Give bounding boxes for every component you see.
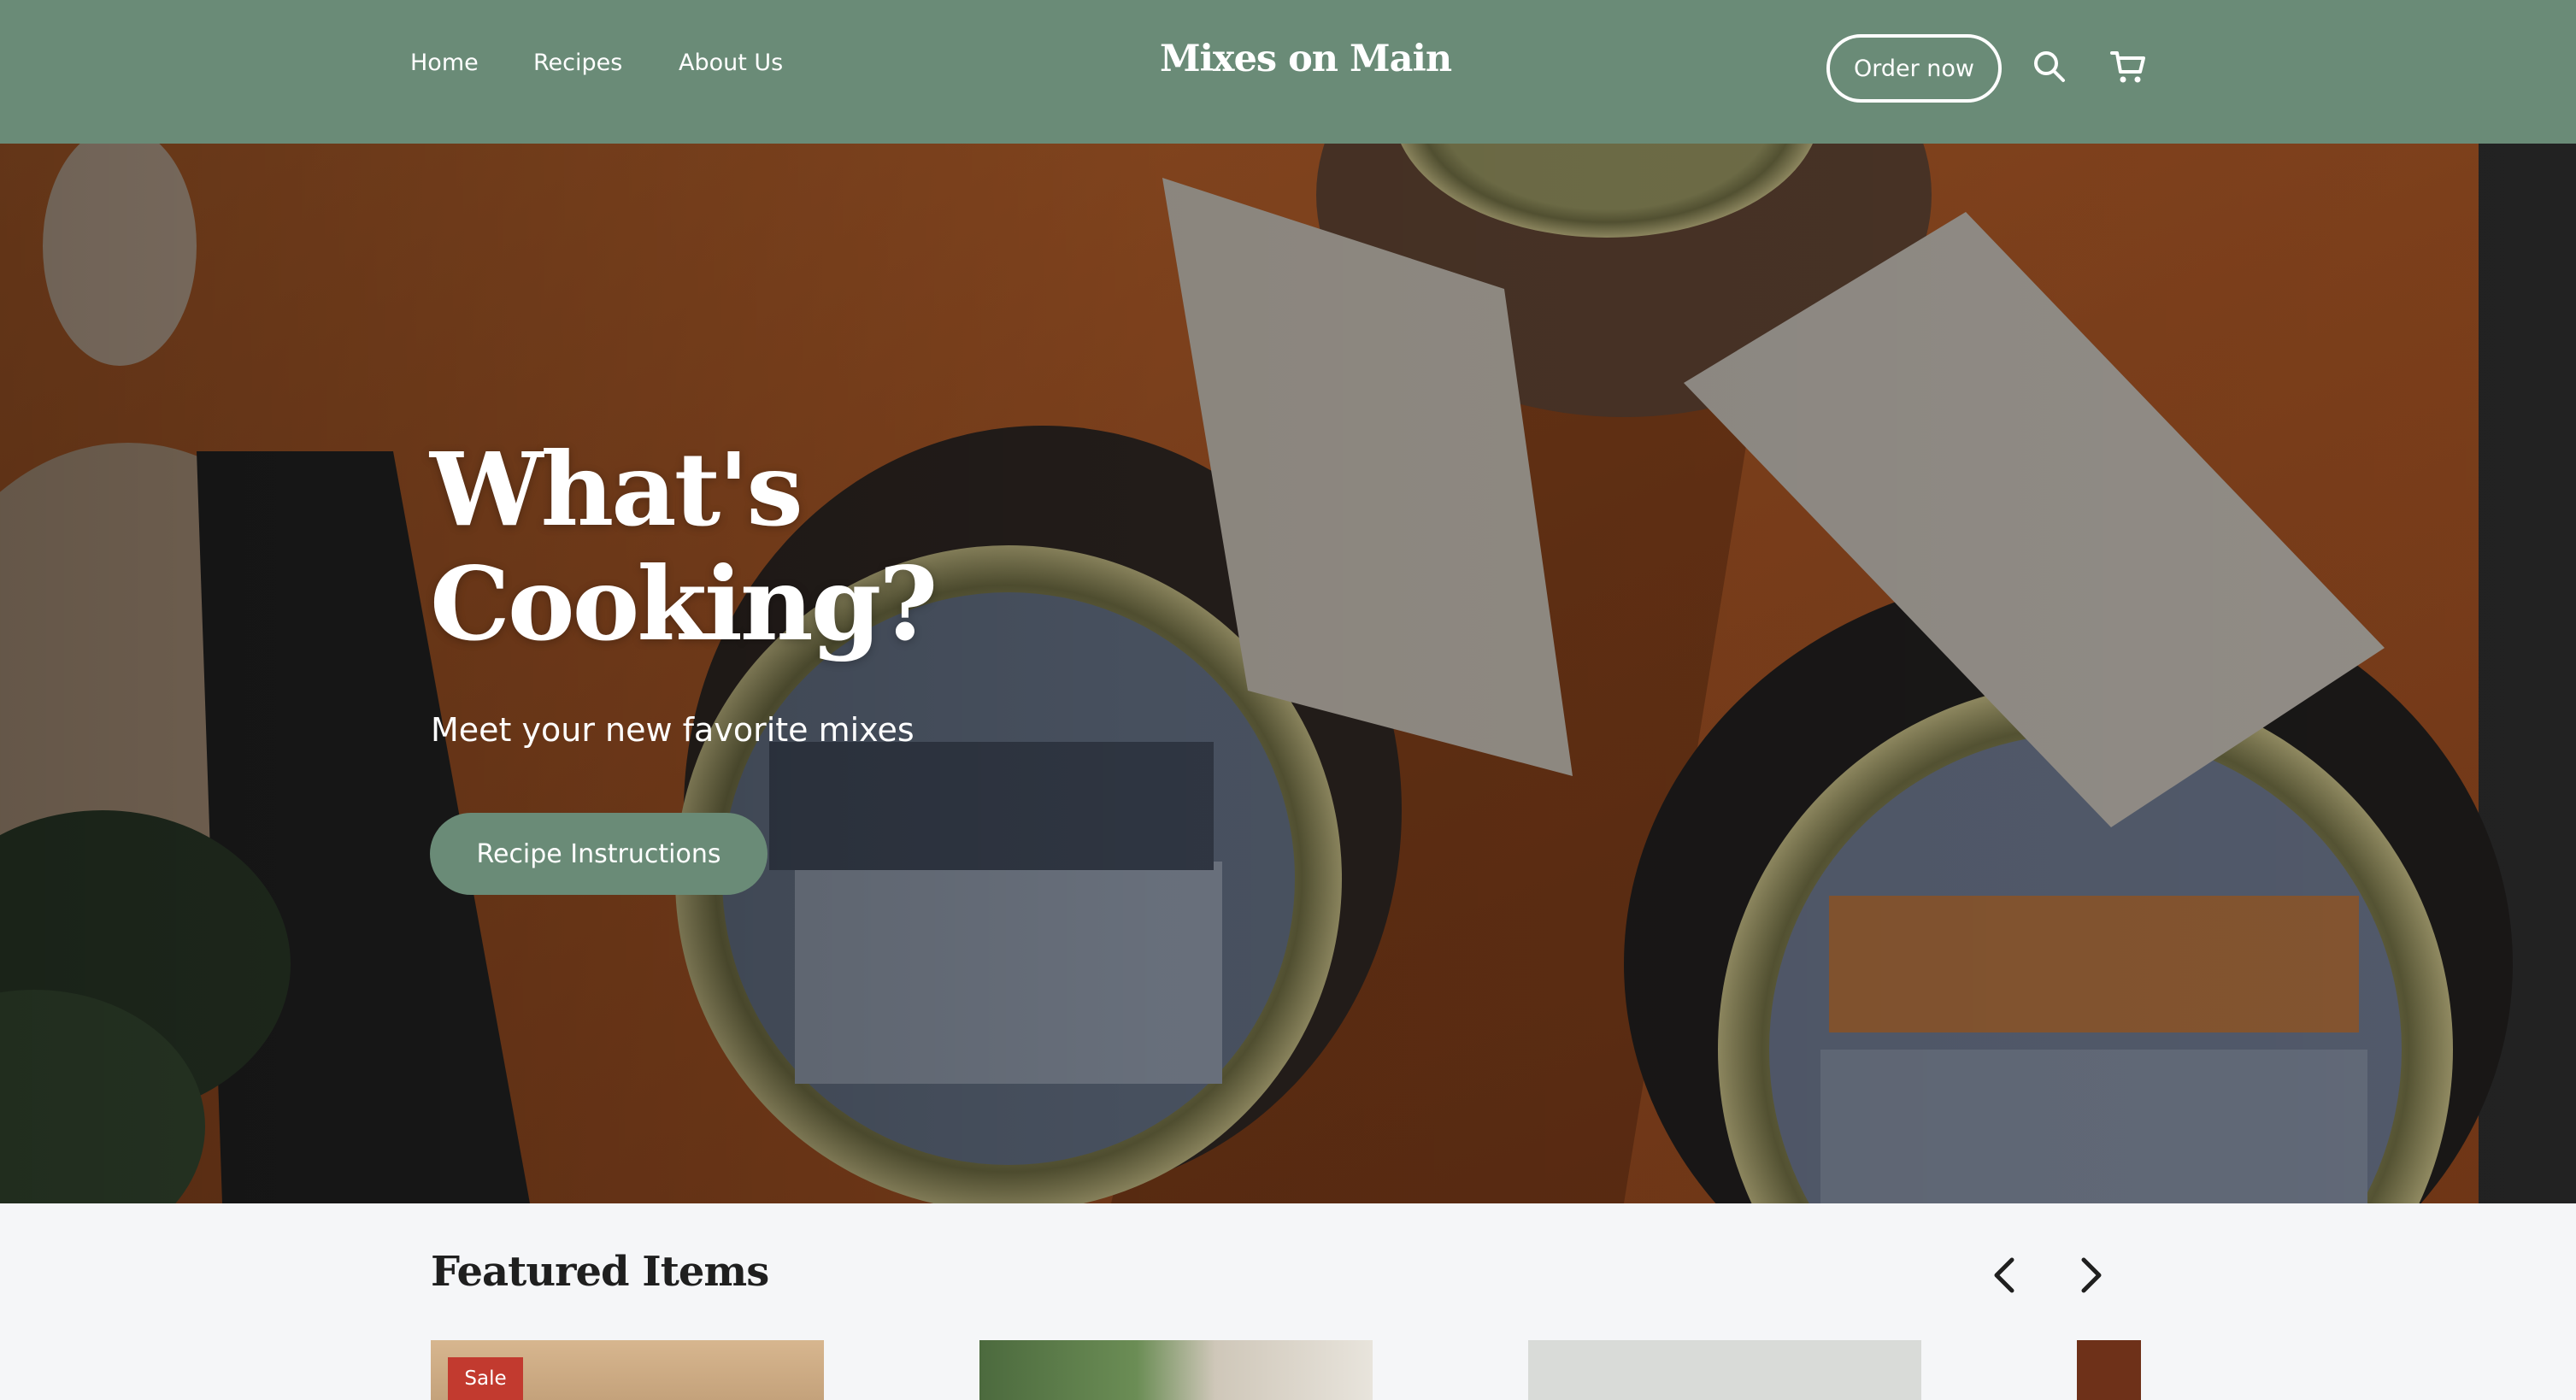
- sale-badge: Sale: [448, 1357, 523, 1400]
- site-header: Home Recipes About Us Mixes on Main Orde…: [0, 0, 2576, 144]
- nav-about-us[interactable]: About Us: [679, 50, 783, 76]
- featured-items-heading: Featured Items: [431, 1248, 769, 1296]
- brand-logo[interactable]: Mixes on Main: [1160, 38, 1452, 80]
- hero-title-line-2: Cooking?: [430, 544, 938, 663]
- nav-home[interactable]: Home: [410, 50, 479, 76]
- nav-recipes[interactable]: Recipes: [533, 50, 622, 76]
- hero-subtitle: Meet your new favorite mixes: [431, 711, 915, 749]
- order-now-button[interactable]: Order now: [1826, 34, 2002, 103]
- product-card[interactable]: [1528, 1340, 1921, 1400]
- hero-banner: What's Cooking? Meet your new favorite m…: [0, 144, 2576, 1203]
- hero-background-image: [0, 144, 2576, 1203]
- search-icon[interactable]: [2031, 48, 2068, 85]
- product-card[interactable]: [2077, 1340, 2141, 1400]
- chevron-left-icon[interactable]: [1986, 1253, 2024, 1297]
- product-card[interactable]: [979, 1340, 1373, 1400]
- cart-icon[interactable]: [2109, 48, 2147, 85]
- hero-title: What's Cooking?: [430, 430, 938, 663]
- hero-title-line-1: What's: [430, 430, 803, 549]
- chevron-right-icon[interactable]: [2072, 1253, 2109, 1297]
- product-card[interactable]: Sale: [431, 1340, 824, 1400]
- recipe-instructions-button[interactable]: Recipe Instructions: [430, 813, 768, 895]
